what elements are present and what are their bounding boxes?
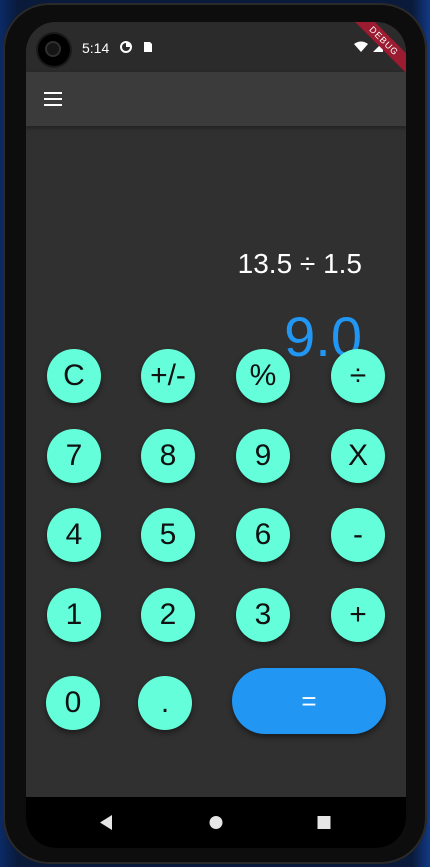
divide-button[interactable]: ÷ (331, 349, 385, 403)
camera-icon (38, 34, 70, 66)
data-saver-icon (120, 41, 132, 53)
menu-icon[interactable] (44, 92, 62, 106)
add-button[interactable]: + (331, 588, 385, 642)
digit-8-button[interactable]: 8 (141, 429, 195, 483)
multiply-button[interactable]: X (331, 429, 385, 483)
app-screen: 5:14 DEBUG 13.5 ÷ 1.5 9.0 C +/- % ÷ 7 8 … (26, 22, 406, 848)
app-bar (26, 72, 406, 126)
sign-toggle-button[interactable]: +/- (141, 349, 195, 403)
subtract-button[interactable]: - (331, 508, 385, 562)
clear-button[interactable]: C (47, 349, 101, 403)
navigation-bar (26, 797, 406, 848)
decimal-button[interactable]: . (138, 676, 192, 730)
back-icon[interactable] (76, 797, 136, 848)
digit-3-button[interactable]: 3 (236, 588, 290, 642)
digit-4-button[interactable]: 4 (47, 508, 101, 562)
digit-1-button[interactable]: 1 (47, 588, 101, 642)
expression-display: 13.5 ÷ 1.5 (237, 248, 362, 279)
digit-0-button[interactable]: 0 (46, 676, 100, 730)
digit-6-button[interactable]: 6 (236, 508, 290, 562)
status-bar: 5:14 DEBUG (26, 22, 406, 75)
wifi-icon (354, 41, 368, 52)
digit-9-button[interactable]: 9 (236, 429, 290, 483)
digit-2-button[interactable]: 2 (141, 588, 195, 642)
percent-button[interactable]: % (236, 349, 290, 403)
sim-card-icon (144, 42, 152, 52)
status-time: 5:14 (82, 40, 110, 56)
recents-icon[interactable] (294, 797, 354, 848)
equals-button[interactable]: = (232, 668, 386, 734)
home-icon[interactable] (186, 797, 246, 848)
digit-5-button[interactable]: 5 (141, 508, 195, 562)
digit-7-button[interactable]: 7 (47, 429, 101, 483)
